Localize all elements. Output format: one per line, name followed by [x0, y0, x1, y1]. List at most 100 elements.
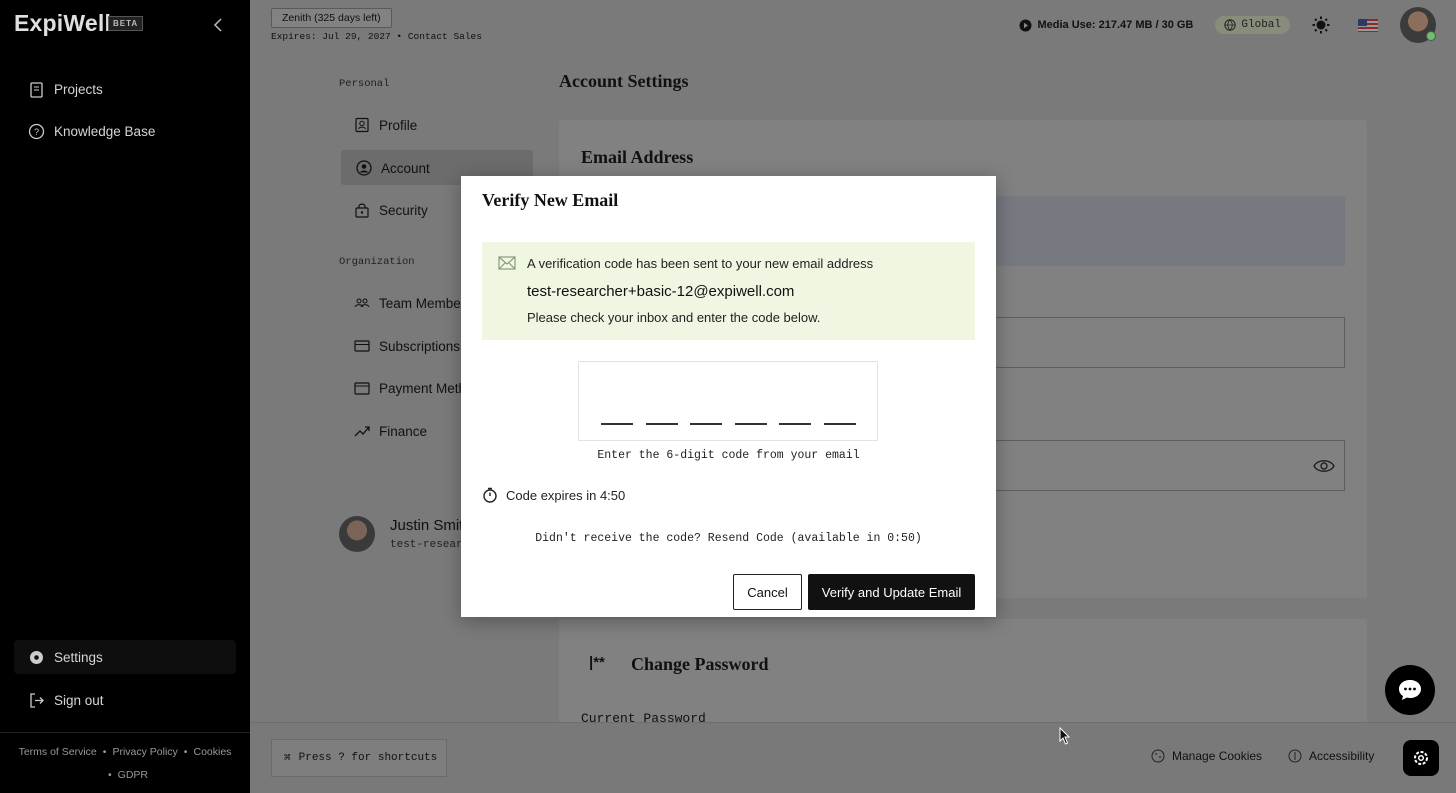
cookies-link[interactable]: Cookies — [193, 746, 231, 758]
modal-title: Verify New Email — [482, 190, 619, 210]
beta-badge: BETA — [108, 16, 144, 31]
team-icon — [354, 298, 370, 308]
theme-toggle-icon[interactable] — [1312, 16, 1330, 34]
notice-email: test-researcher+basic-12@expiwell.com — [527, 283, 795, 300]
password-section-title: Change Password — [631, 654, 769, 674]
code-digit-slot[interactable] — [646, 423, 678, 425]
accessibility-icon — [1288, 749, 1302, 763]
sidebar-item-label: Projects — [54, 81, 103, 97]
verify-update-email-button[interactable]: Verify and Update Email — [808, 574, 975, 610]
stopwatch-icon — [483, 487, 497, 503]
chat-icon — [1399, 680, 1421, 700]
shortcuts-text: Press ? for shortcuts — [298, 752, 438, 764]
personal-section-label: Personal — [339, 78, 390, 90]
sidebar: ExpiWell BETA Projects ? Knowledge Base … — [0, 0, 250, 793]
current-user-card: Justin Smith test-researcher+basic-12@ex… — [339, 516, 634, 552]
mail-icon — [498, 256, 516, 270]
privacy-link[interactable]: Privacy Policy — [112, 746, 177, 758]
code-digit-slot[interactable] — [735, 423, 767, 425]
notice-instructions: Please check your inbox and enter the co… — [527, 310, 821, 325]
nav-item-security[interactable]: Security — [354, 198, 428, 222]
clipboard-icon — [30, 81, 43, 98]
email-section-title: Email Address — [581, 147, 694, 167]
region-label: Global — [1241, 19, 1281, 31]
user-card-icon — [355, 117, 369, 133]
verify-email-modal: Verify New Email A verification code has… — [461, 176, 996, 617]
accessibility-link[interactable]: Accessibility — [1288, 749, 1374, 763]
card-icon — [354, 340, 370, 352]
help-circle-icon: ? — [28, 123, 45, 139]
gear-icon — [1414, 751, 1428, 765]
code-digit-slot[interactable] — [824, 423, 856, 425]
manage-cookies-label: Manage Cookies — [1172, 749, 1263, 763]
page-title: Account Settings — [559, 71, 689, 91]
sidebar-item-label: Settings — [54, 649, 103, 665]
media-usage: Media Use: 217.47 MB / 30 GB — [1019, 19, 1193, 32]
sidebar-item-projects[interactable]: Projects — [28, 77, 103, 101]
nav-item-finance[interactable]: Finance — [354, 419, 427, 443]
nav-item-label: Team Members — [379, 295, 473, 311]
cancel-button[interactable]: Cancel — [733, 574, 802, 610]
nav-item-team-members[interactable]: Team Members — [354, 291, 472, 315]
command-icon: ⌘ — [284, 753, 291, 765]
gear-icon — [30, 650, 43, 664]
us-flag-icon[interactable] — [1358, 18, 1378, 32]
nav-item-subscriptions[interactable]: Subscriptions — [354, 334, 460, 358]
user-avatar — [339, 516, 375, 552]
sidebar-item-knowledge-base[interactable]: ? Knowledge Base — [28, 119, 155, 143]
gdpr-link[interactable]: GDPR — [118, 769, 148, 781]
accessibility-label: Accessibility — [1309, 749, 1375, 763]
notice-message: A verification code has been sent to you… — [527, 256, 874, 271]
user-name: Justin Smith — [390, 517, 472, 534]
lock-bag-icon — [355, 203, 369, 218]
code-hint: Enter the 6-digit code from your email — [597, 449, 860, 462]
plan-badge[interactable]: Zenith (325 days left) — [271, 8, 392, 28]
svg-text:?: ? — [34, 127, 39, 137]
nav-item-profile[interactable]: Profile — [354, 113, 417, 137]
terms-link[interactable]: Terms of Service — [19, 746, 97, 758]
cookie-icon — [1151, 749, 1165, 763]
nav-item-label: Account — [381, 160, 430, 176]
topbar-right: Media Use: 217.47 MB / 30 GB Global — [1019, 7, 1436, 43]
sidebar-item-sign-out[interactable]: Sign out — [28, 688, 104, 712]
manage-cookies-link[interactable]: Manage Cookies — [1151, 749, 1262, 763]
nav-item-label: Profile — [379, 117, 418, 133]
code-digit-slot[interactable] — [690, 423, 722, 425]
code-expiry: Code expires in 4:50 — [482, 487, 625, 503]
trend-up-icon — [354, 426, 370, 437]
preferences-button[interactable] — [1403, 740, 1439, 776]
wallet-icon — [354, 382, 370, 395]
mouse-cursor-icon — [1059, 727, 1071, 745]
region-selector[interactable]: Global — [1215, 16, 1290, 34]
play-circle-icon — [1019, 19, 1032, 31]
sidebar-item-settings[interactable]: Settings — [28, 645, 103, 669]
sidebar-footer: Terms of Service • Privacy Policy • Cookies … — [0, 732, 250, 787]
logo[interactable]: ExpiWell — [14, 10, 111, 37]
globe-icon — [1224, 19, 1237, 31]
expiry-text: Expires: Jul 29, 2027 — [271, 31, 391, 42]
sidebar-item-label: Knowledge Base — [54, 123, 156, 139]
contact-sales-link[interactable]: Contact Sales — [408, 31, 482, 42]
nav-item-label: Finance — [379, 423, 428, 439]
shortcuts-hint[interactable]: ⌘ Press ? for shortcuts — [271, 739, 447, 777]
sidebar-item-label: Sign out — [54, 692, 104, 708]
code-digit-slot[interactable] — [779, 423, 811, 425]
user-circle-icon — [356, 160, 372, 176]
chat-button[interactable] — [1385, 665, 1435, 715]
user-avatar[interactable] — [1400, 7, 1436, 43]
nav-item-label: Subscriptions — [379, 338, 461, 354]
collapse-sidebar-icon[interactable] — [213, 18, 223, 37]
verification-notice: A verification code has been sent to you… — [482, 242, 975, 340]
eye-icon[interactable] — [1313, 455, 1335, 477]
media-usage-text: Media Use: 217.47 MB / 30 GB — [1037, 19, 1194, 31]
resend-code-link[interactable]: Resend Code — [708, 532, 784, 545]
resend-availability: (available in 0:50) — [790, 532, 922, 545]
nav-item-label: Security — [379, 202, 428, 218]
code-input[interactable] — [578, 361, 878, 441]
nav-item-account[interactable]: Account — [356, 156, 430, 180]
organization-section-label: Organization — [339, 256, 415, 268]
code-expiry-text: Code expires in 4:50 — [506, 487, 626, 503]
resend-prompt: Didn't receive the code? — [535, 532, 701, 545]
logout-icon — [30, 692, 44, 708]
code-digit-slot[interactable] — [601, 423, 633, 425]
